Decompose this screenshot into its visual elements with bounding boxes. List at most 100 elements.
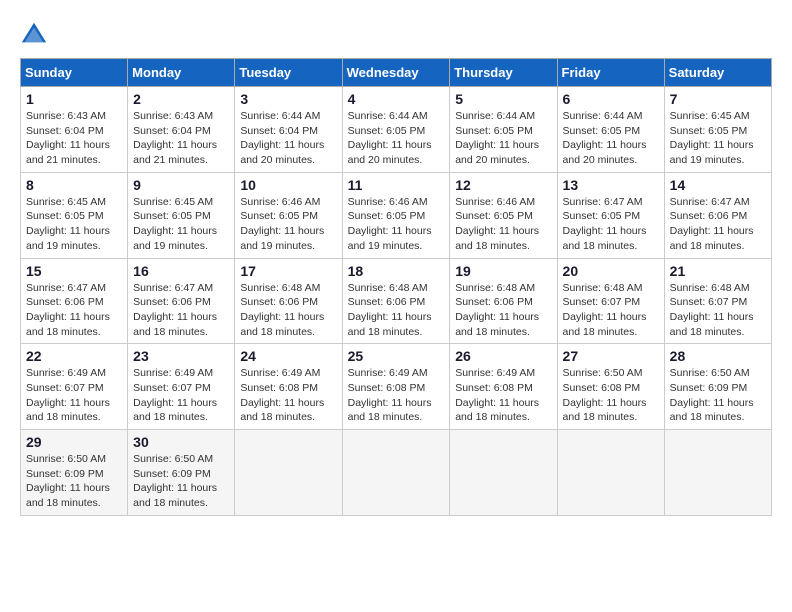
day-number: 11 <box>348 177 445 193</box>
calendar-cell: 25 Sunrise: 6:49 AM Sunset: 6:08 PM Dayl… <box>342 344 450 430</box>
day-number: 10 <box>240 177 336 193</box>
day-number: 12 <box>455 177 551 193</box>
day-info: Sunrise: 6:43 AM Sunset: 6:04 PM Dayligh… <box>133 109 229 168</box>
calendar-cell: 7 Sunrise: 6:45 AM Sunset: 6:05 PM Dayli… <box>664 87 771 173</box>
calendar-cell: 3 Sunrise: 6:44 AM Sunset: 6:04 PM Dayli… <box>235 87 342 173</box>
calendar-cell: 15 Sunrise: 6:47 AM Sunset: 6:06 PM Dayl… <box>21 258 128 344</box>
calendar-cell: 10 Sunrise: 6:46 AM Sunset: 6:05 PM Dayl… <box>235 172 342 258</box>
page-header <box>20 20 772 48</box>
day-number: 21 <box>670 263 766 279</box>
calendar-week-row: 22 Sunrise: 6:49 AM Sunset: 6:07 PM Dayl… <box>21 344 772 430</box>
day-info: Sunrise: 6:46 AM Sunset: 6:05 PM Dayligh… <box>455 195 551 254</box>
calendar-week-row: 1 Sunrise: 6:43 AM Sunset: 6:04 PM Dayli… <box>21 87 772 173</box>
calendar-cell: 17 Sunrise: 6:48 AM Sunset: 6:06 PM Dayl… <box>235 258 342 344</box>
logo-icon <box>20 20 48 48</box>
day-info: Sunrise: 6:44 AM Sunset: 6:05 PM Dayligh… <box>348 109 445 168</box>
day-number: 1 <box>26 91 122 107</box>
day-info: Sunrise: 6:49 AM Sunset: 6:07 PM Dayligh… <box>26 366 122 425</box>
calendar-cell: 30 Sunrise: 6:50 AM Sunset: 6:09 PM Dayl… <box>128 430 235 516</box>
day-info: Sunrise: 6:47 AM Sunset: 6:05 PM Dayligh… <box>563 195 659 254</box>
day-number: 24 <box>240 348 336 364</box>
calendar-cell: 24 Sunrise: 6:49 AM Sunset: 6:08 PM Dayl… <box>235 344 342 430</box>
day-number: 15 <box>26 263 122 279</box>
day-info: Sunrise: 6:45 AM Sunset: 6:05 PM Dayligh… <box>670 109 766 168</box>
calendar-cell: 4 Sunrise: 6:44 AM Sunset: 6:05 PM Dayli… <box>342 87 450 173</box>
calendar-table: SundayMondayTuesdayWednesdayThursdayFrid… <box>20 58 772 516</box>
day-number: 26 <box>455 348 551 364</box>
day-of-week-header: Friday <box>557 59 664 87</box>
day-info: Sunrise: 6:47 AM Sunset: 6:06 PM Dayligh… <box>670 195 766 254</box>
calendar-cell: 18 Sunrise: 6:48 AM Sunset: 6:06 PM Dayl… <box>342 258 450 344</box>
day-number: 18 <box>348 263 445 279</box>
calendar-cell: 1 Sunrise: 6:43 AM Sunset: 6:04 PM Dayli… <box>21 87 128 173</box>
day-number: 30 <box>133 434 229 450</box>
calendar-cell: 12 Sunrise: 6:46 AM Sunset: 6:05 PM Dayl… <box>450 172 557 258</box>
day-info: Sunrise: 6:45 AM Sunset: 6:05 PM Dayligh… <box>26 195 122 254</box>
day-info: Sunrise: 6:47 AM Sunset: 6:06 PM Dayligh… <box>26 281 122 340</box>
calendar-cell <box>664 430 771 516</box>
day-info: Sunrise: 6:48 AM Sunset: 6:06 PM Dayligh… <box>348 281 445 340</box>
calendar-cell: 29 Sunrise: 6:50 AM Sunset: 6:09 PM Dayl… <box>21 430 128 516</box>
day-info: Sunrise: 6:43 AM Sunset: 6:04 PM Dayligh… <box>26 109 122 168</box>
day-number: 9 <box>133 177 229 193</box>
day-info: Sunrise: 6:48 AM Sunset: 6:07 PM Dayligh… <box>670 281 766 340</box>
day-info: Sunrise: 6:44 AM Sunset: 6:05 PM Dayligh… <box>563 109 659 168</box>
day-number: 23 <box>133 348 229 364</box>
day-number: 22 <box>26 348 122 364</box>
day-of-week-header: Thursday <box>450 59 557 87</box>
calendar-cell: 16 Sunrise: 6:47 AM Sunset: 6:06 PM Dayl… <box>128 258 235 344</box>
day-number: 7 <box>670 91 766 107</box>
day-number: 28 <box>670 348 766 364</box>
day-info: Sunrise: 6:45 AM Sunset: 6:05 PM Dayligh… <box>133 195 229 254</box>
day-info: Sunrise: 6:49 AM Sunset: 6:07 PM Dayligh… <box>133 366 229 425</box>
calendar-cell: 8 Sunrise: 6:45 AM Sunset: 6:05 PM Dayli… <box>21 172 128 258</box>
calendar-cell: 13 Sunrise: 6:47 AM Sunset: 6:05 PM Dayl… <box>557 172 664 258</box>
day-of-week-header: Tuesday <box>235 59 342 87</box>
calendar-cell: 9 Sunrise: 6:45 AM Sunset: 6:05 PM Dayli… <box>128 172 235 258</box>
day-info: Sunrise: 6:44 AM Sunset: 6:05 PM Dayligh… <box>455 109 551 168</box>
day-of-week-header: Monday <box>128 59 235 87</box>
day-number: 29 <box>26 434 122 450</box>
day-number: 13 <box>563 177 659 193</box>
calendar-header-row: SundayMondayTuesdayWednesdayThursdayFrid… <box>21 59 772 87</box>
calendar-cell: 27 Sunrise: 6:50 AM Sunset: 6:08 PM Dayl… <box>557 344 664 430</box>
day-number: 6 <box>563 91 659 107</box>
day-info: Sunrise: 6:50 AM Sunset: 6:09 PM Dayligh… <box>133 452 229 511</box>
calendar-cell <box>235 430 342 516</box>
day-of-week-header: Wednesday <box>342 59 450 87</box>
day-number: 16 <box>133 263 229 279</box>
day-number: 3 <box>240 91 336 107</box>
day-number: 2 <box>133 91 229 107</box>
day-number: 5 <box>455 91 551 107</box>
calendar-cell <box>450 430 557 516</box>
day-info: Sunrise: 6:46 AM Sunset: 6:05 PM Dayligh… <box>240 195 336 254</box>
calendar-cell: 19 Sunrise: 6:48 AM Sunset: 6:06 PM Dayl… <box>450 258 557 344</box>
day-info: Sunrise: 6:46 AM Sunset: 6:05 PM Dayligh… <box>348 195 445 254</box>
calendar-week-row: 15 Sunrise: 6:47 AM Sunset: 6:06 PM Dayl… <box>21 258 772 344</box>
calendar-cell: 26 Sunrise: 6:49 AM Sunset: 6:08 PM Dayl… <box>450 344 557 430</box>
day-number: 20 <box>563 263 659 279</box>
day-of-week-header: Sunday <box>21 59 128 87</box>
day-info: Sunrise: 6:48 AM Sunset: 6:06 PM Dayligh… <box>240 281 336 340</box>
day-info: Sunrise: 6:44 AM Sunset: 6:04 PM Dayligh… <box>240 109 336 168</box>
calendar-week-row: 29 Sunrise: 6:50 AM Sunset: 6:09 PM Dayl… <box>21 430 772 516</box>
calendar-cell: 20 Sunrise: 6:48 AM Sunset: 6:07 PM Dayl… <box>557 258 664 344</box>
day-info: Sunrise: 6:48 AM Sunset: 6:06 PM Dayligh… <box>455 281 551 340</box>
day-info: Sunrise: 6:50 AM Sunset: 6:08 PM Dayligh… <box>563 366 659 425</box>
calendar-cell: 5 Sunrise: 6:44 AM Sunset: 6:05 PM Dayli… <box>450 87 557 173</box>
day-number: 8 <box>26 177 122 193</box>
calendar-cell: 14 Sunrise: 6:47 AM Sunset: 6:06 PM Dayl… <box>664 172 771 258</box>
day-info: Sunrise: 6:48 AM Sunset: 6:07 PM Dayligh… <box>563 281 659 340</box>
calendar-cell: 2 Sunrise: 6:43 AM Sunset: 6:04 PM Dayli… <box>128 87 235 173</box>
calendar-cell: 22 Sunrise: 6:49 AM Sunset: 6:07 PM Dayl… <box>21 344 128 430</box>
day-number: 4 <box>348 91 445 107</box>
calendar-cell: 28 Sunrise: 6:50 AM Sunset: 6:09 PM Dayl… <box>664 344 771 430</box>
calendar-cell: 11 Sunrise: 6:46 AM Sunset: 6:05 PM Dayl… <box>342 172 450 258</box>
day-info: Sunrise: 6:49 AM Sunset: 6:08 PM Dayligh… <box>240 366 336 425</box>
logo <box>20 20 52 48</box>
day-info: Sunrise: 6:49 AM Sunset: 6:08 PM Dayligh… <box>348 366 445 425</box>
calendar-week-row: 8 Sunrise: 6:45 AM Sunset: 6:05 PM Dayli… <box>21 172 772 258</box>
day-number: 27 <box>563 348 659 364</box>
calendar-cell <box>342 430 450 516</box>
day-number: 19 <box>455 263 551 279</box>
